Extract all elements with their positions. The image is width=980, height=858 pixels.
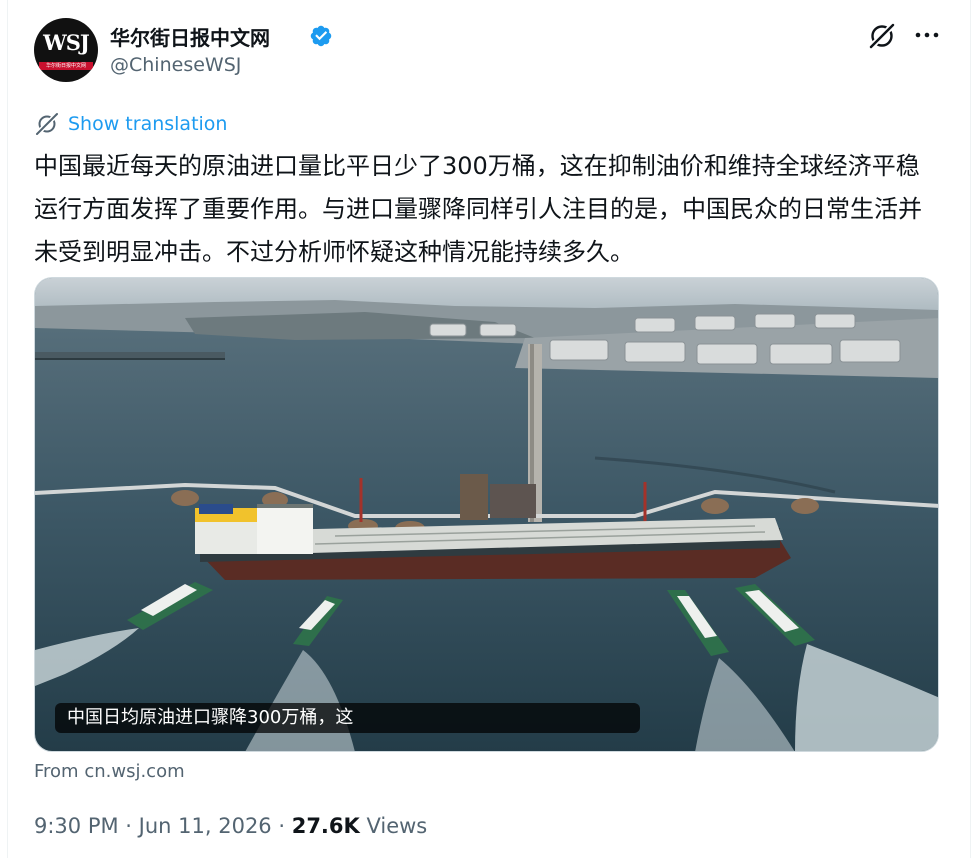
- avatar[interactable]: WSJ 华尔街日报中文网: [34, 18, 98, 82]
- views-count: 27.6K: [291, 814, 360, 838]
- views-label: Views: [359, 814, 428, 838]
- translate-icon: [35, 112, 59, 136]
- link-source[interactable]: From cn.wsj.com: [34, 761, 185, 782]
- avatar-subtext: 华尔街日报中文网: [45, 63, 86, 69]
- tweet-time[interactable]: 9:30 PM: [34, 814, 119, 838]
- show-translation-link[interactable]: Show translation: [34, 110, 227, 138]
- show-translation-label: Show translation: [68, 113, 228, 135]
- meta-separator: ·: [271, 814, 292, 838]
- media-caption: 中国日均原油进口骤降300万桶，这: [55, 703, 640, 733]
- grok-icon[interactable]: [866, 20, 898, 52]
- tweet-date[interactable]: Jun 11, 2026: [139, 814, 272, 838]
- tweet-meta: 9:30 PM · Jun 11, 2026 · 27.6K Views: [34, 814, 427, 838]
- tweet-text: 中国最近每天的原油进口量比平日少了300万桶，这在抑制油价和维持全球经济平稳运行…: [34, 152, 922, 266]
- tweet-image[interactable]: 中国日均原油进口骤降300万桶，这: [34, 277, 939, 752]
- oil-tanker-photo: [35, 278, 938, 751]
- avatar-red-band: 华尔街日报中文网: [39, 62, 93, 70]
- author-name[interactable]: 华尔街日报中文网: [110, 22, 270, 51]
- author-handle[interactable]: @ChineseWSJ: [110, 54, 241, 76]
- verified-badge-icon[interactable]: [309, 24, 333, 48]
- meta-separator: ·: [118, 814, 139, 838]
- avatar-logo-text: WSJ: [43, 30, 90, 55]
- more-options-icon[interactable]: [912, 20, 942, 50]
